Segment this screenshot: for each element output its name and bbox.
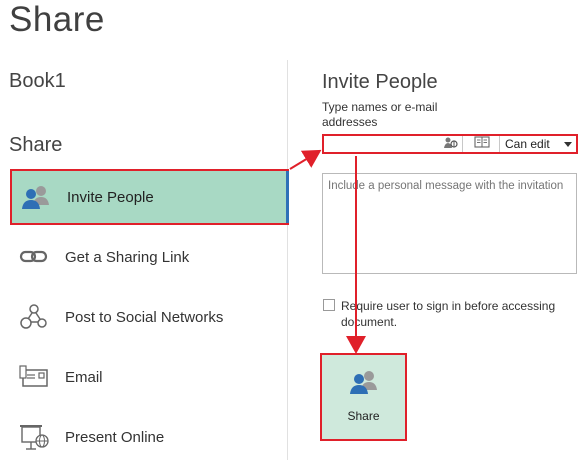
recipients-label: Type names or e-mail addresses xyxy=(322,100,438,129)
nav-item-sharing-link[interactable]: Get a Sharing Link xyxy=(10,229,289,285)
nav-item-email[interactable]: Email xyxy=(10,349,289,405)
nav-item-label: Invite People xyxy=(67,188,154,206)
social-network-icon xyxy=(14,297,54,337)
nav-item-invite-people[interactable]: Invite People xyxy=(10,169,289,225)
chevron-down-icon xyxy=(564,142,572,147)
nav-item-present-online[interactable]: Present Online xyxy=(10,409,289,465)
address-book-icon xyxy=(473,135,490,153)
nav-item-label: Email xyxy=(65,368,103,386)
check-names-button[interactable] xyxy=(438,136,462,152)
nav-item-label: Post to Social Networks xyxy=(65,308,224,326)
email-icon xyxy=(14,357,54,397)
nav-item-social-networks[interactable]: Post to Social Networks xyxy=(10,289,289,345)
page-title: Share xyxy=(9,0,105,39)
address-book-button[interactable] xyxy=(462,136,500,152)
require-signin-label: Require user to sign in before accessing… xyxy=(341,299,556,329)
require-signin-checkbox[interactable] xyxy=(323,299,335,311)
check-names-icon xyxy=(442,135,458,154)
permission-select[interactable]: Can edit xyxy=(499,136,576,152)
nav-item-label: Get a Sharing Link xyxy=(65,248,190,266)
share-people-icon xyxy=(348,368,380,401)
nav-item-label: Present Online xyxy=(65,428,165,446)
share-button[interactable]: Share xyxy=(320,353,407,441)
arrow-to-recipients xyxy=(289,149,322,170)
recipients-row: Can edit xyxy=(322,134,578,154)
active-indicator xyxy=(286,171,289,223)
message-input[interactable] xyxy=(323,174,576,273)
share-button-label: Share xyxy=(347,409,380,423)
invite-people-icon xyxy=(16,177,56,217)
workbook-name: Book1 xyxy=(9,70,66,92)
present-online-icon xyxy=(14,417,54,457)
permission-value: Can edit xyxy=(505,137,550,151)
recipients-input[interactable] xyxy=(326,137,442,153)
link-icon xyxy=(14,237,54,277)
invite-heading: Invite People xyxy=(322,71,438,93)
message-box xyxy=(322,173,577,274)
share-section-title: Share xyxy=(9,134,63,156)
